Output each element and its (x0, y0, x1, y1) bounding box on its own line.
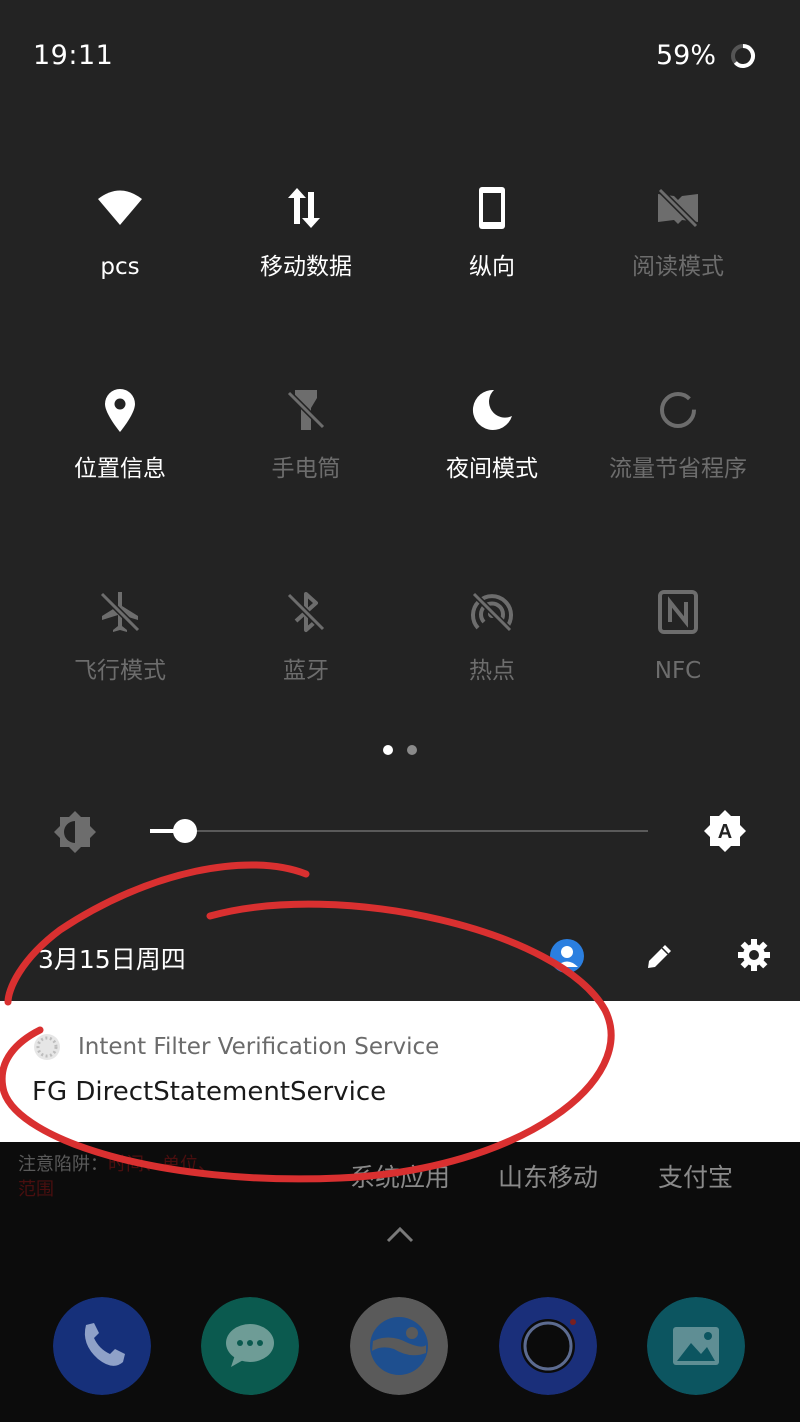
tile-bluetooth[interactable]: 蓝牙 (213, 588, 399, 686)
tile-data-saver[interactable]: 流量节省程序 (585, 386, 771, 484)
home-label-system-apps[interactable]: 系统应用 (350, 1158, 450, 1194)
nfc-icon (658, 590, 698, 634)
brightness-row: A (0, 806, 800, 856)
tile-label: 飞行模式 (74, 658, 166, 684)
tile-label: 移动数据 (260, 254, 352, 280)
warning-prefix: 注意陷阱： (18, 1154, 108, 1175)
tile-label: NFC (654, 658, 702, 684)
data-saver-icon (660, 392, 696, 428)
flashlight-icon (286, 390, 326, 430)
tile-label: 纵向 (469, 254, 515, 280)
tile-nfc[interactable]: NFC (585, 588, 771, 686)
brightness-slider-thumb[interactable] (172, 819, 197, 843)
warning-red-text: 时间、单位、 (108, 1154, 216, 1175)
tile-flashlight[interactable]: 手电筒 (213, 386, 399, 484)
tile-label: 位置信息 (74, 456, 166, 482)
tile-hotspot[interactable]: 热点 (399, 588, 585, 686)
tile-label: 热点 (469, 658, 515, 684)
camera-app-icon[interactable] (499, 1297, 597, 1395)
notification-card[interactable]: Intent Filter Verification Service FG Di… (0, 1001, 800, 1142)
airplane-icon (99, 591, 141, 633)
location-icon (105, 389, 135, 432)
edit-pencil-icon[interactable] (644, 940, 676, 972)
tile-label: pcs (100, 254, 140, 280)
reading-mode-icon (657, 187, 699, 229)
page-indicator (0, 740, 800, 759)
portrait-phone-icon (479, 187, 505, 229)
tile-label: 流量节省程序 (609, 456, 747, 482)
svg-text:A: A (718, 821, 732, 843)
warning-note: 注意陷阱：时间、单位、 范围 (18, 1152, 258, 1202)
home-screen-dimmed: 注意陷阱：时间、单位、 范围 系统应用 山东移动 支付宝 (0, 1142, 800, 1422)
warning-red-text-2: 范围 (18, 1179, 54, 1200)
user-account-icon[interactable] (549, 938, 585, 974)
notification-app-name: Intent Filter Verification Service (78, 1034, 440, 1060)
brightness-track[interactable] (150, 830, 648, 832)
brightness-icon (54, 811, 96, 853)
tile-reading-mode[interactable]: 阅读模式 (585, 184, 771, 282)
home-label-alipay[interactable]: 支付宝 (658, 1158, 733, 1194)
tile-airplane-mode[interactable]: 飞行模式 (27, 588, 213, 686)
wifi-icon (98, 190, 142, 225)
phone-app-icon[interactable] (53, 1297, 151, 1395)
qs-footer: 3月15日周四 (0, 930, 800, 982)
auto-brightness-icon[interactable]: A (701, 807, 749, 855)
mobile-data-icon (288, 188, 320, 228)
status-bar: 19:11 59% (0, 0, 800, 110)
settings-gear-icon[interactable] (736, 937, 772, 973)
tile-label: 手电筒 (271, 456, 341, 482)
gallery-app-icon[interactable] (647, 1297, 745, 1395)
app-loading-icon (34, 1034, 60, 1060)
status-time: 19:11 (33, 40, 114, 71)
browser-app-icon[interactable] (350, 1297, 448, 1395)
tile-label: 阅读模式 (632, 254, 724, 280)
tile-location[interactable]: 位置信息 (27, 386, 213, 484)
page-dot[interactable] (406, 745, 417, 755)
tile-wifi[interactable]: pcs (27, 184, 213, 282)
tile-mobile-data[interactable]: 移动数据 (213, 184, 399, 282)
tile-label: 蓝牙 (283, 658, 329, 684)
moon-icon (472, 389, 512, 430)
battery-icon (731, 44, 755, 68)
bluetooth-icon (286, 592, 326, 632)
battery-percent: 59% (655, 40, 716, 71)
home-label-shandong-mobile[interactable]: 山东移动 (498, 1158, 598, 1194)
chevron-up-icon[interactable] (385, 1224, 415, 1244)
tile-label: 夜间模式 (446, 456, 538, 482)
messages-app-icon[interactable] (201, 1297, 299, 1395)
tile-night-mode[interactable]: 夜间模式 (399, 386, 585, 484)
tile-portrait[interactable]: 纵向 (399, 184, 585, 282)
hotspot-icon (471, 591, 513, 633)
notification-text: FG DirectStatementService (32, 1077, 387, 1107)
page-dot-active[interactable] (383, 745, 394, 755)
date-label[interactable]: 3月15日周四 (38, 940, 186, 976)
